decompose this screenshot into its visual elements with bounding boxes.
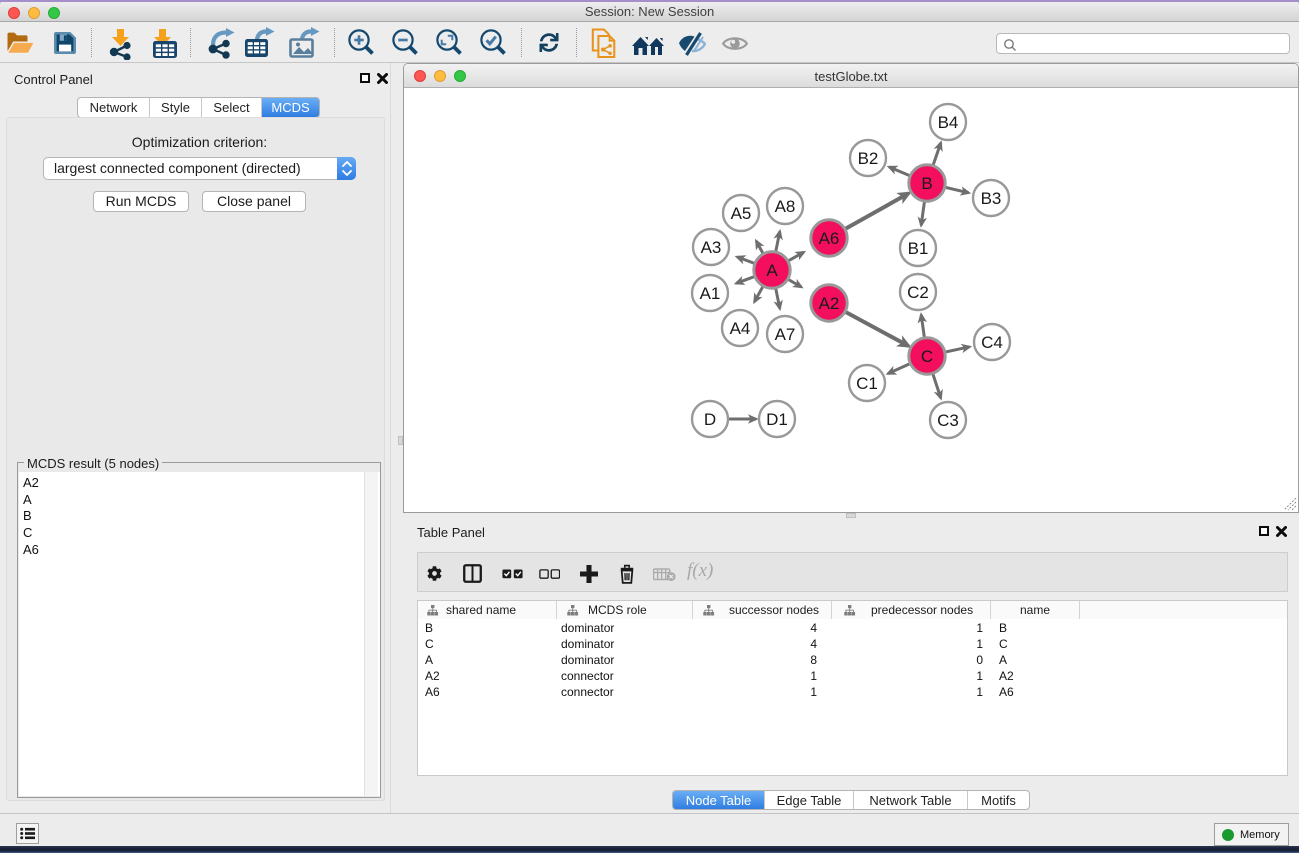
svg-text:B: B xyxy=(921,174,932,193)
svg-text:D: D xyxy=(704,410,716,429)
svg-text:C1: C1 xyxy=(856,374,878,393)
svg-text:B2: B2 xyxy=(858,149,879,168)
svg-text:C3: C3 xyxy=(937,411,959,430)
svg-text:D1: D1 xyxy=(766,410,788,429)
svg-text:B3: B3 xyxy=(981,189,1002,208)
svg-text:C2: C2 xyxy=(907,283,929,302)
svg-text:C: C xyxy=(921,347,933,366)
svg-text:A6: A6 xyxy=(819,229,840,248)
svg-text:A5: A5 xyxy=(731,204,752,223)
svg-text:C4: C4 xyxy=(981,333,1003,352)
svg-text:A3: A3 xyxy=(701,238,722,257)
svg-text:A4: A4 xyxy=(730,319,751,338)
svg-text:B4: B4 xyxy=(938,113,959,132)
svg-text:A: A xyxy=(766,261,778,280)
svg-text:A8: A8 xyxy=(775,197,796,216)
svg-text:A2: A2 xyxy=(819,294,840,313)
svg-text:A7: A7 xyxy=(775,325,796,344)
svg-text:A1: A1 xyxy=(700,284,721,303)
svg-text:B1: B1 xyxy=(908,239,929,258)
